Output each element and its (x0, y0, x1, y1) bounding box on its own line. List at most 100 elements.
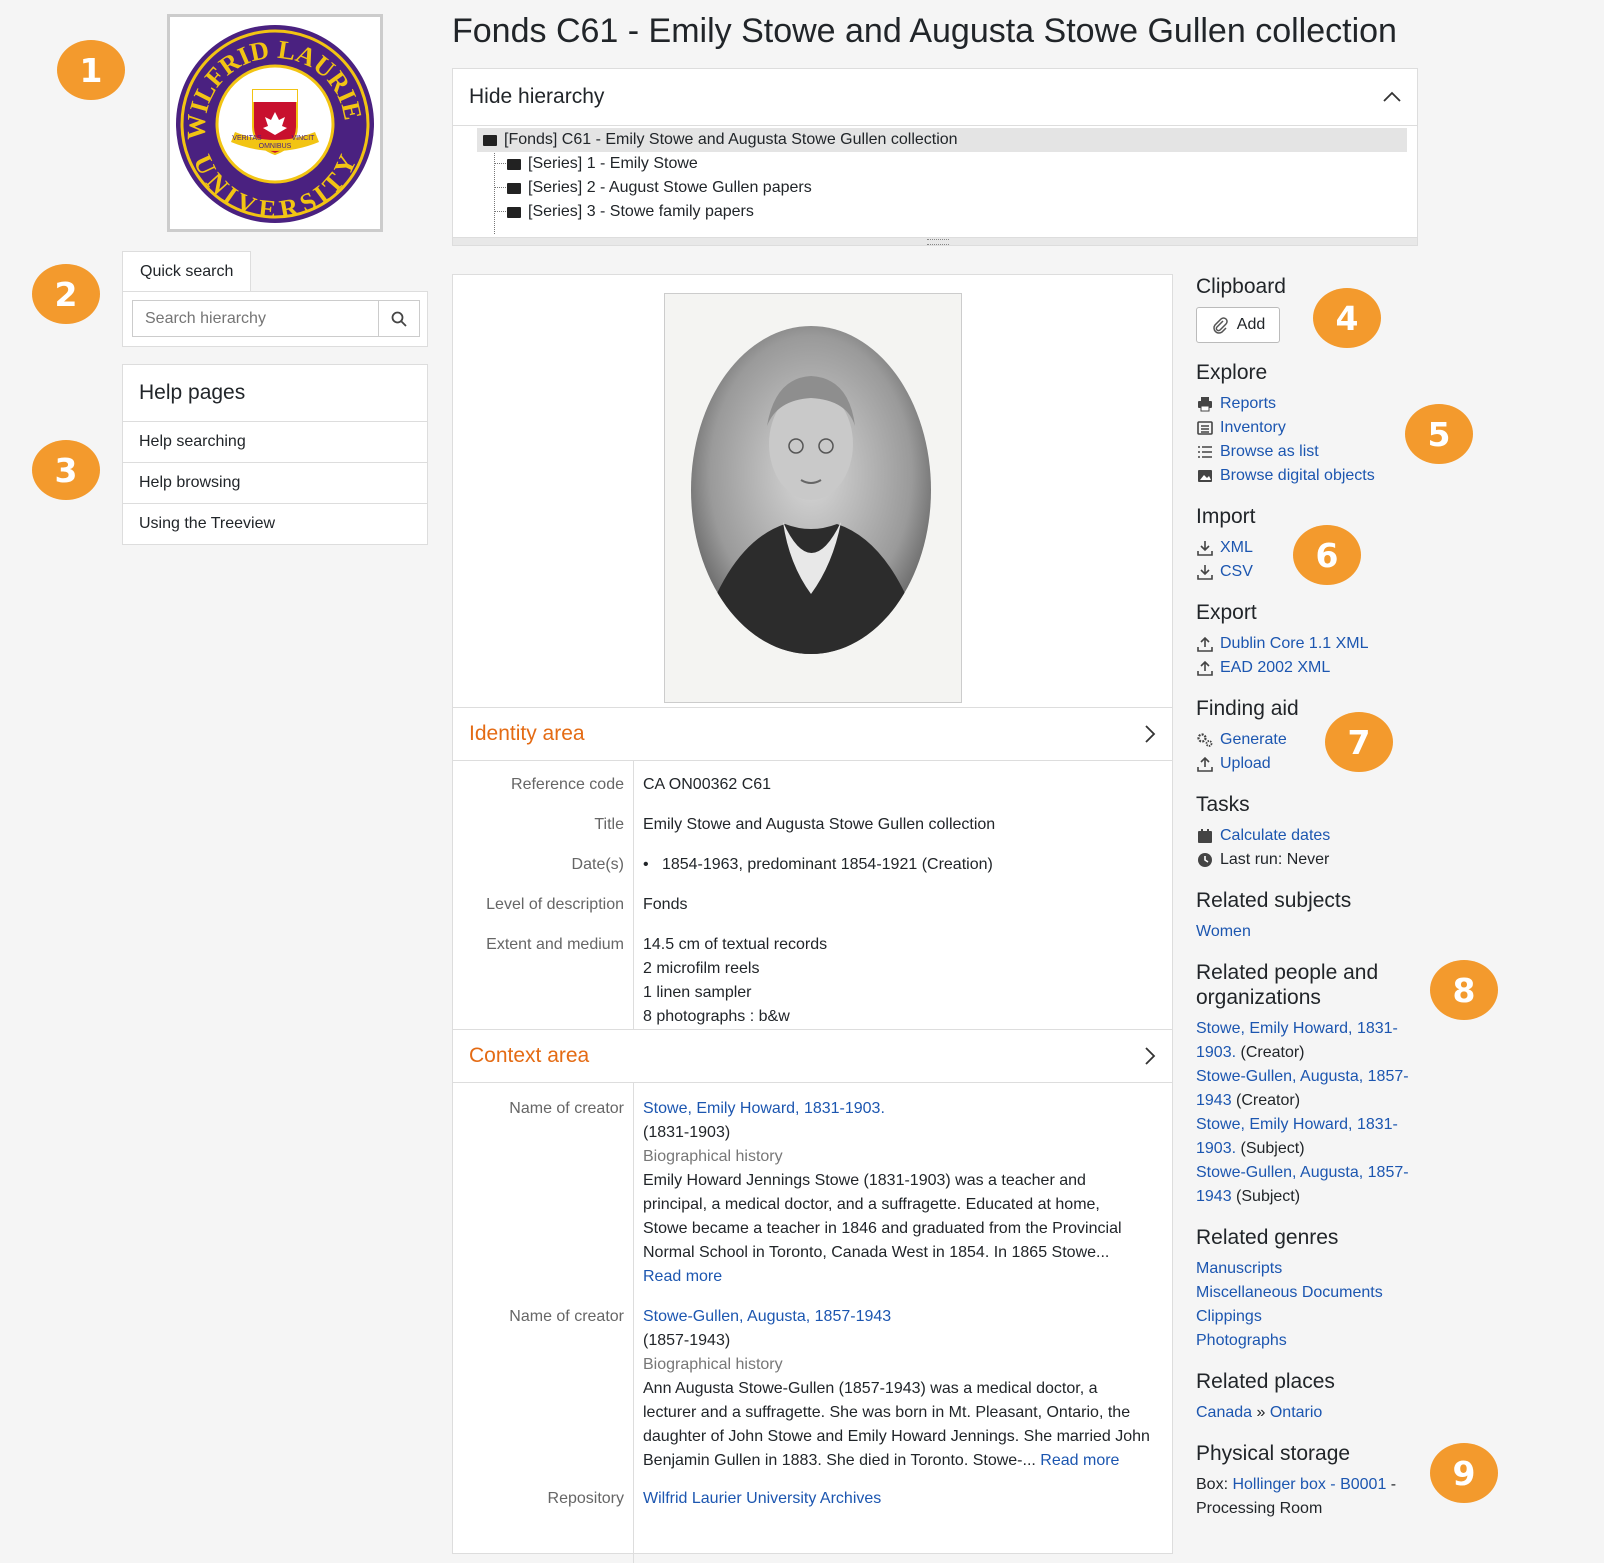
context-area-title: Context area (469, 1044, 590, 1067)
search-hierarchy-input[interactable] (132, 300, 379, 337)
clipboard-heading: Clipboard (1196, 275, 1286, 298)
repository-logo[interactable]: WILFRID LAURIER UNIVERSITY OMNIBUS VERIT… (167, 14, 383, 232)
folder-icon (507, 182, 521, 194)
paperclip-icon (1213, 317, 1228, 334)
chevron-right-icon (1145, 1047, 1156, 1065)
portrait-photo (665, 294, 961, 702)
upload-icon (1196, 636, 1213, 653)
quick-search-tab[interactable]: Quick search (122, 251, 252, 292)
description-content: Identity area Reference code CA ON00362 … (452, 274, 1173, 1563)
upload-icon (1196, 660, 1213, 677)
physical-storage-heading: Physical storage (1196, 1442, 1351, 1465)
related-person-link[interactable]: Stowe, Emily Howard, 1831- (1196, 1113, 1398, 1137)
generate-finding-aid-link[interactable]: Generate (1196, 728, 1287, 752)
related-person-entry: 1903. (Subject) (1196, 1140, 1305, 1157)
download-icon (1196, 564, 1213, 581)
creator-link[interactable]: Stowe, Emily Howard, 1831-1903. (643, 1097, 1163, 1121)
genre-link[interactable]: Photographs (1196, 1329, 1287, 1353)
hierarchy-tree: [Fonds] C61 - Emily Stowe and Augusta St… (453, 126, 1417, 234)
explore-heading: Explore (1196, 361, 1268, 384)
genre-link[interactable]: Clippings (1196, 1305, 1262, 1329)
genre-link[interactable]: Miscellaneous Documents (1196, 1281, 1383, 1305)
laurier-seal-logo: WILFRID LAURIER UNIVERSITY OMNIBUS VERIT… (173, 20, 374, 224)
annotation-badge-4: 4 (1313, 288, 1381, 348)
related-people-heading: Related people and (1196, 961, 1379, 984)
related-person-link[interactable]: Stowe-Gullen, Augusta, 1857- (1196, 1065, 1409, 1089)
identity-area-title: Identity area (469, 722, 585, 745)
upload-icon (1196, 756, 1213, 773)
annotation-badge-1: 1 (57, 40, 125, 100)
export-dublin-core-link[interactable]: Dublin Core 1.1 XML (1196, 632, 1369, 656)
related-person-link[interactable]: Stowe, Emily Howard, 1831- (1196, 1017, 1398, 1041)
related-person-entry: 1943 (Creator) (1196, 1092, 1301, 1109)
repository-link[interactable]: Wilfrid Laurier University Archives (643, 1487, 1163, 1511)
import-heading: Import (1196, 505, 1256, 528)
related-person-entry: 1903. (Creator) (1196, 1044, 1305, 1061)
related-person-link[interactable]: Stowe-Gullen, Augusta, 1857- (1196, 1161, 1409, 1185)
storage-box-link[interactable]: Hollinger box - B0001 (1232, 1473, 1386, 1497)
finding-aid-heading: Finding aid (1196, 697, 1299, 720)
annotation-badge-3: 3 (32, 440, 100, 500)
place-canada-link[interactable]: Canada (1196, 1401, 1252, 1425)
tree-node-label: [Series] 2 - August Stowe Gullen papers (528, 179, 812, 196)
place-ontario-link[interactable]: Ontario (1270, 1401, 1322, 1425)
genre-link[interactable]: Manuscripts (1196, 1257, 1282, 1281)
browse-digital-objects-link[interactable]: Browse digital objects (1196, 464, 1375, 488)
help-searching-link[interactable]: Help searching (123, 422, 427, 463)
related-person-entry: 1943 (Subject) (1196, 1188, 1301, 1205)
printer-icon (1196, 396, 1213, 413)
export-ead-link[interactable]: EAD 2002 XML (1196, 656, 1330, 680)
tree-node-label: [Fonds] C61 - Emily Stowe and Augusta St… (504, 131, 958, 148)
tree-node-series-1[interactable]: [Series] 1 - Emily Stowe (507, 152, 1417, 176)
help-browsing-link[interactable]: Help browsing (123, 463, 427, 504)
folder-icon (507, 158, 521, 170)
subject-women-link[interactable]: Women (1196, 920, 1251, 944)
download-icon (1196, 540, 1213, 557)
calculate-dates-link[interactable]: Calculate dates (1196, 824, 1330, 848)
hierarchy-toggle[interactable]: Hide hierarchy (453, 69, 1417, 126)
clock-icon (1196, 852, 1213, 869)
search-icon (391, 311, 407, 327)
svg-text:OMNIBUS: OMNIBUS (259, 143, 292, 150)
archive-box-icon (483, 134, 497, 146)
related-subjects-heading: Related subjects (1196, 889, 1352, 912)
list-box-icon (1196, 420, 1213, 437)
page-title: Fonds C61 - Emily Stowe and Augusta Stow… (452, 12, 1397, 50)
context-area-header[interactable]: Context area (453, 1029, 1172, 1083)
inventory-link[interactable]: Inventory (1196, 416, 1286, 440)
reports-link[interactable]: Reports (1196, 392, 1276, 416)
annotation-badge-5: 5 (1405, 404, 1473, 464)
hierarchy-resize-handle[interactable] (453, 237, 1417, 245)
digital-object-thumbnail[interactable] (664, 293, 962, 703)
tree-node-series-2[interactable]: [Series] 2 - August Stowe Gullen papers (507, 176, 1417, 200)
chevron-right-icon (1145, 725, 1156, 743)
tree-node-series-3[interactable]: [Series] 3 - Stowe family papers (507, 200, 1417, 224)
upload-finding-aid-link[interactable]: Upload (1196, 752, 1271, 776)
tree-node-label: [Series] 1 - Emily Stowe (528, 155, 698, 172)
list-icon (1196, 444, 1213, 461)
search-button[interactable] (378, 300, 420, 337)
hierarchy-panel: Hide hierarchy [Fonds] C61 - Emily Stowe… (452, 68, 1418, 246)
svg-text:VERITAS: VERITAS (232, 135, 262, 142)
related-people-heading-line2: organizations (1196, 986, 1321, 1009)
import-csv-link[interactable]: CSV (1196, 560, 1253, 584)
read-more-link[interactable]: Read more (1040, 1452, 1119, 1469)
annotation-badge-6: 6 (1293, 525, 1361, 585)
tasks-heading: Tasks (1196, 793, 1250, 816)
read-more-link[interactable]: Read more (643, 1265, 1163, 1289)
export-heading: Export (1196, 601, 1257, 624)
clipboard-add-button[interactable]: Add (1196, 307, 1280, 343)
creator-link[interactable]: Stowe-Gullen, Augusta, 1857-1943 (643, 1305, 1163, 1329)
import-xml-link[interactable]: XML (1196, 536, 1253, 560)
physical-storage-entry: Box: Hollinger box - B0001 - (1196, 1473, 1396, 1497)
annotation-badge-2: 2 (32, 264, 100, 324)
last-run-status: Last run: Never (1196, 848, 1329, 872)
tree-node-root[interactable]: [Fonds] C61 - Emily Stowe and Augusta St… (477, 128, 1407, 152)
browse-as-list-link[interactable]: Browse as list (1196, 440, 1319, 464)
tree-node-label: [Series] 3 - Stowe family papers (528, 203, 754, 220)
image-icon (1196, 468, 1213, 485)
using-treeview-link[interactable]: Using the Treeview (123, 504, 427, 544)
identity-area-header[interactable]: Identity area (453, 707, 1172, 761)
related-places-breadcrumb: Canada » Ontario (1196, 1401, 1322, 1425)
annotation-badge-9: 9 (1430, 1443, 1498, 1503)
